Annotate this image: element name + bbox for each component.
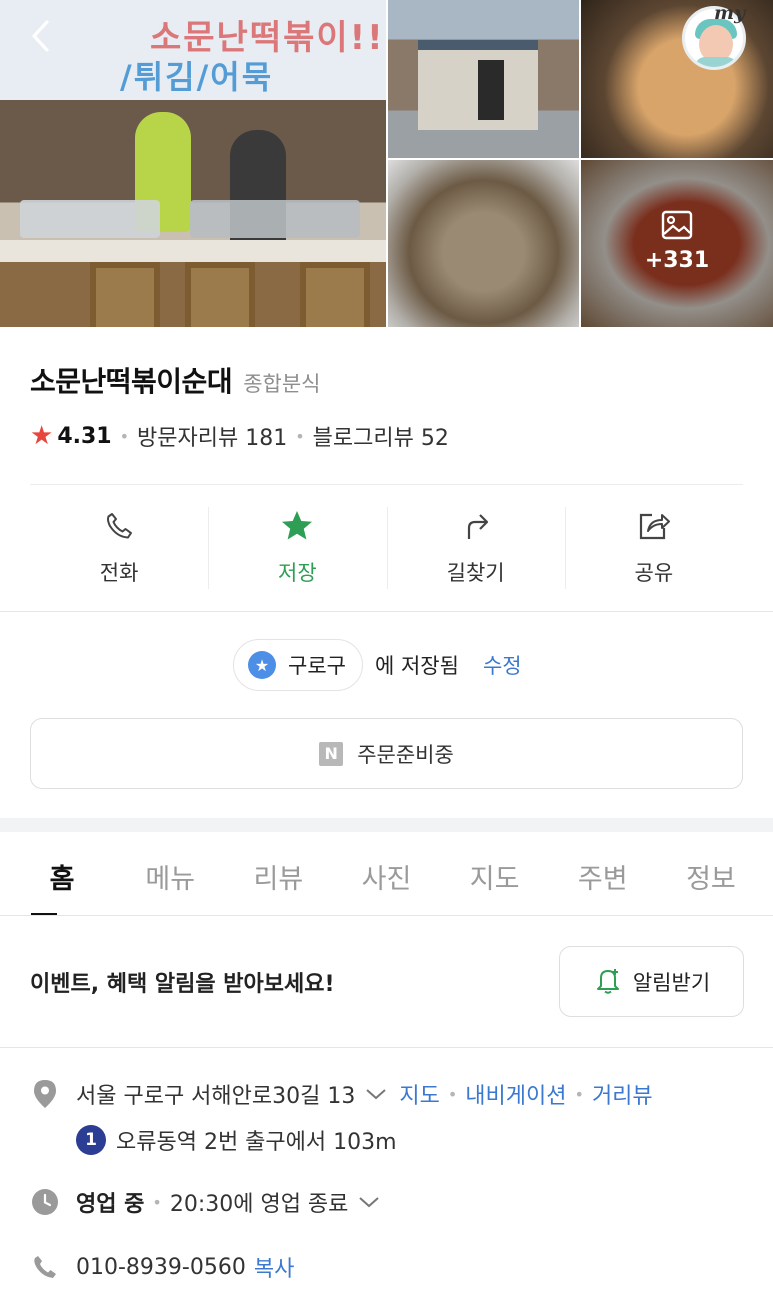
order-button[interactable]: N 주문준비중 bbox=[30, 718, 743, 789]
action-bar: 전화 저장 길찾기 공유 bbox=[30, 505, 743, 593]
tab-bar: 홈 메뉴 리뷰 사진 지도 주변 정보 bbox=[0, 832, 773, 916]
phone-icon bbox=[104, 507, 134, 545]
hours-status: 영업 중 bbox=[76, 1192, 145, 1217]
tab-info[interactable]: 정보 bbox=[657, 832, 765, 916]
place-category: 종합분식 bbox=[243, 372, 321, 396]
hours-row[interactable]: 영업 중 • 20:30에 영업 종료 bbox=[30, 1186, 380, 1218]
counter bbox=[0, 240, 386, 262]
subway-info: 1 오류동역 2번 출구에서 103m bbox=[76, 1124, 397, 1156]
hours-text: 20:30에 영업 종료 bbox=[169, 1192, 349, 1217]
address-row: 서울 구로구 서해안로30길 13 지도 • 내비게이션 • 거리뷰 bbox=[30, 1078, 653, 1110]
folder-name: 구로구 bbox=[288, 654, 346, 678]
street-view-link[interactable]: 거리뷰 bbox=[592, 1078, 653, 1110]
back-button[interactable] bbox=[24, 18, 60, 54]
saved-status-text: 에 저장됨 bbox=[374, 654, 459, 678]
photo-gallery: 소문난떡볶이!! /튀김/어묵 +331 my bbox=[0, 0, 773, 327]
place-name: 소문난떡볶이순대 bbox=[30, 365, 233, 398]
map-link[interactable]: 지도 bbox=[399, 1078, 439, 1110]
more-photos[interactable]: +331 bbox=[581, 210, 773, 273]
naver-n-icon: N bbox=[319, 741, 344, 766]
chevron-down-icon[interactable] bbox=[358, 1195, 380, 1209]
photo-count: +331 bbox=[644, 248, 710, 273]
tab-home[interactable]: 홈 bbox=[8, 832, 116, 916]
subscribe-alert-button[interactable]: 알림받기 bbox=[559, 946, 744, 1017]
tab-nearby[interactable]: 주변 bbox=[549, 832, 657, 916]
tab-reviews[interactable]: 리뷰 bbox=[224, 832, 332, 916]
share-icon bbox=[638, 507, 670, 545]
save-label: 저장 bbox=[278, 561, 317, 585]
phone-icon bbox=[30, 1254, 60, 1280]
save-button[interactable]: 저장 bbox=[208, 505, 386, 593]
copy-phone-button[interactable]: 복사 bbox=[254, 1251, 294, 1283]
address-text: 서울 구로구 서해안로30길 13 bbox=[76, 1084, 356, 1109]
section-separator bbox=[0, 818, 773, 832]
visitor-reviews-link[interactable]: 방문자리뷰 181 bbox=[137, 420, 287, 452]
saved-status-row: ★ 구로구 에 저장됨 수정 bbox=[233, 639, 522, 691]
tab-map[interactable]: 지도 bbox=[441, 832, 549, 916]
saved-folder-chip[interactable]: ★ 구로구 bbox=[233, 639, 363, 691]
phone-number: 010-8939-0560 bbox=[76, 1254, 246, 1280]
chevron-left-icon bbox=[32, 20, 49, 52]
subway-distance-text: 오류동역 2번 출구에서 103m bbox=[116, 1130, 397, 1155]
event-notice-text: 이벤트, 혜택 알림을 받아보세요! bbox=[30, 972, 335, 997]
bell-plus-icon bbox=[593, 965, 623, 999]
tab-photos[interactable]: 사진 bbox=[332, 832, 440, 916]
stool bbox=[185, 262, 255, 327]
street-photo[interactable] bbox=[388, 0, 579, 158]
my-label: my bbox=[714, 2, 746, 24]
directions-icon bbox=[461, 507, 491, 545]
tab-menu[interactable]: 메뉴 bbox=[116, 832, 224, 916]
rating-score: 4.31 bbox=[57, 423, 112, 449]
rating-row: ★ 4.31 • 방문자리뷰 181 • 블로그리뷰 52 bbox=[30, 420, 449, 452]
standing-sign bbox=[478, 60, 504, 120]
stool bbox=[300, 262, 370, 327]
chevron-down-icon[interactable] bbox=[365, 1087, 387, 1101]
food-tray bbox=[20, 200, 160, 238]
image-icon bbox=[661, 210, 693, 244]
food-tray bbox=[190, 200, 360, 238]
order-label: 주문준비중 bbox=[357, 742, 454, 767]
edit-saved-link[interactable]: 수정 bbox=[483, 650, 522, 680]
location-pin-icon bbox=[30, 1079, 60, 1109]
place-title-row: 소문난떡볶이순대 종합분식 bbox=[30, 360, 320, 400]
rating-star-icon: ★ bbox=[30, 421, 54, 451]
divider bbox=[30, 484, 743, 485]
sundae-photo[interactable] bbox=[388, 160, 579, 327]
phone-row: 010-8939-0560 복사 bbox=[30, 1251, 294, 1283]
star-icon bbox=[280, 507, 314, 545]
call-button[interactable]: 전화 bbox=[30, 505, 208, 593]
subway-line-badge: 1 bbox=[76, 1125, 106, 1155]
navigation-link[interactable]: 내비게이션 bbox=[465, 1078, 566, 1110]
divider bbox=[0, 611, 773, 612]
divider bbox=[0, 915, 773, 916]
directions-button[interactable]: 길찾기 bbox=[386, 505, 565, 593]
share-button[interactable]: 공유 bbox=[564, 505, 743, 593]
tteokbokki-photo[interactable]: +331 bbox=[581, 160, 773, 327]
stool bbox=[90, 262, 160, 327]
call-label: 전화 bbox=[99, 561, 139, 585]
subscribe-alert-label: 알림받기 bbox=[632, 970, 711, 995]
directions-label: 길찾기 bbox=[446, 561, 505, 585]
clock-icon bbox=[30, 1188, 60, 1216]
folder-star-icon: ★ bbox=[248, 651, 276, 679]
banner-line2: /튀김/어묵 bbox=[120, 58, 274, 96]
share-label: 공유 bbox=[634, 561, 674, 585]
divider bbox=[0, 1047, 773, 1048]
blog-reviews-link[interactable]: 블로그리뷰 52 bbox=[313, 420, 449, 452]
